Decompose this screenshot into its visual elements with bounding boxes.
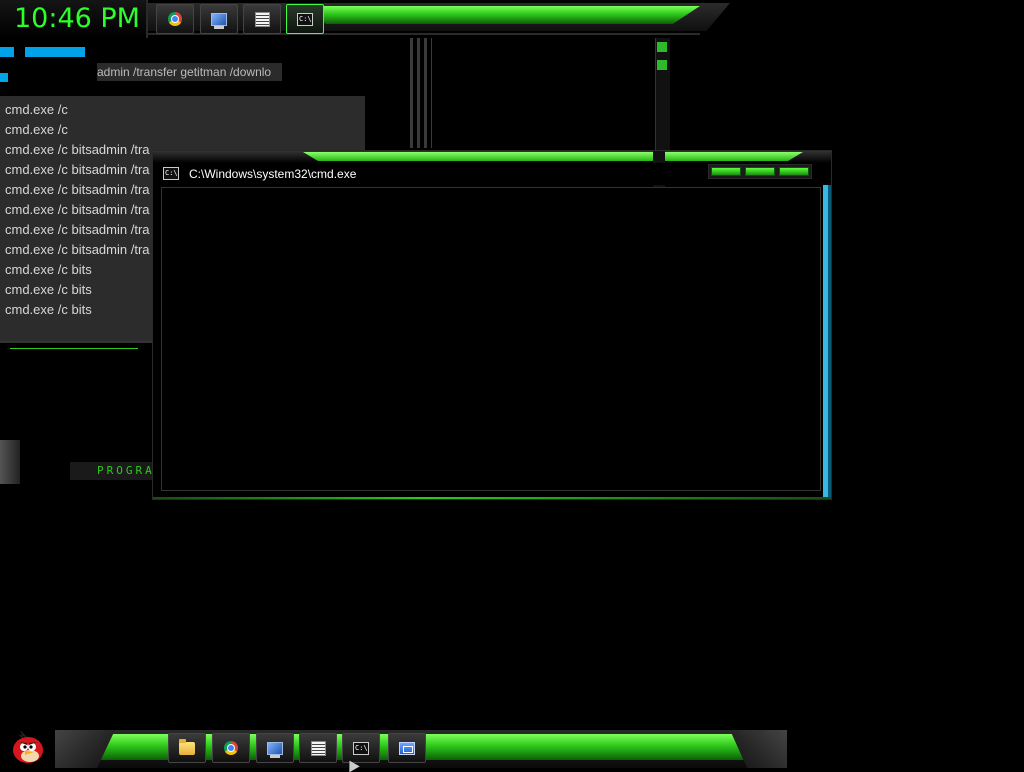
programs-menu-fragment: PROGRA bbox=[0, 440, 160, 486]
cmd-taskbar-button[interactable]: C:\. bbox=[342, 733, 380, 763]
list-item[interactable]: cmd.exe /c bitsadmin /tra bbox=[5, 200, 150, 220]
cmd-icon: C:\. bbox=[163, 167, 179, 180]
list-accent-line bbox=[10, 348, 138, 349]
notepad-icon bbox=[254, 11, 270, 27]
list-item[interactable]: cmd.exe /c bitsadmin /tra bbox=[5, 140, 150, 160]
window-taskbar-button[interactable] bbox=[388, 733, 426, 763]
list-item[interactable]: cmd.exe /c bbox=[5, 120, 68, 140]
clock[interactable]: 10:46 PM bbox=[0, 0, 148, 38]
chrome-taskbar-button[interactable] bbox=[156, 4, 194, 34]
list-item[interactable]: cmd.exe /c bitsadmin /tra bbox=[5, 160, 150, 180]
notepad-taskbar-button[interactable] bbox=[299, 733, 337, 763]
cmd-icon: C:\. bbox=[297, 12, 313, 26]
bottom-taskbar: C:\. bbox=[0, 724, 790, 768]
window-controls bbox=[708, 164, 812, 179]
background-command-text: admin /transfer getitman /downlo bbox=[97, 63, 282, 81]
background-window-accent bbox=[0, 73, 8, 82]
minimize-button[interactable] bbox=[711, 167, 741, 176]
list-item[interactable]: cmd.exe /c bits bbox=[5, 280, 92, 300]
list-item[interactable]: cmd.exe /c bitsadmin /tra bbox=[5, 180, 150, 200]
cmd-taskbar-button[interactable]: C:\. bbox=[286, 4, 324, 34]
close-button[interactable] bbox=[779, 167, 809, 176]
programs-label[interactable]: PROGRA bbox=[97, 464, 155, 477]
monitor-taskbar-button[interactable] bbox=[256, 733, 294, 763]
chrome-icon bbox=[224, 741, 238, 755]
menu-edge bbox=[0, 440, 20, 484]
folder-icon bbox=[179, 738, 195, 755]
monitor-taskbar-button[interactable] bbox=[200, 4, 238, 34]
window-icon bbox=[399, 741, 415, 755]
notepad-taskbar-button[interactable] bbox=[243, 4, 281, 34]
top-taskbar: 10:46 PM C:\. bbox=[0, 0, 730, 38]
cmd-icon: C:\. bbox=[353, 741, 369, 755]
chrome-taskbar-button[interactable] bbox=[212, 733, 250, 763]
explorer-taskbar-button[interactable] bbox=[168, 733, 206, 763]
monitor-icon bbox=[211, 12, 227, 29]
list-divider bbox=[0, 341, 160, 343]
top-taskbar-green-stripe bbox=[310, 6, 700, 24]
list-item[interactable]: cmd.exe /c bits bbox=[5, 300, 92, 320]
console-output[interactable] bbox=[163, 189, 819, 487]
window-right-edge bbox=[823, 163, 831, 499]
cmd-window: C:\. C:\Windows\system32\cmd.exe bbox=[152, 150, 832, 500]
list-item[interactable]: cmd.exe /c bitsadmin /tra bbox=[5, 220, 150, 240]
monitor-icon bbox=[267, 741, 283, 758]
window-title: C:\Windows\system32\cmd.exe bbox=[189, 167, 357, 181]
notepad-icon bbox=[310, 740, 326, 756]
background-window-frame bbox=[410, 38, 432, 148]
background-window-accent bbox=[0, 47, 14, 57]
list-item[interactable]: cmd.exe /c bbox=[5, 100, 68, 120]
scroll-up-button[interactable] bbox=[657, 42, 667, 52]
angry-bird-start-icon[interactable] bbox=[10, 728, 46, 764]
list-item[interactable]: cmd.exe /c bitsadmin /tra bbox=[5, 240, 150, 260]
maximize-button[interactable] bbox=[745, 167, 775, 176]
scroll-thumb[interactable] bbox=[657, 60, 667, 70]
chrome-icon bbox=[168, 12, 182, 26]
window-frame-green-stripe bbox=[303, 152, 803, 161]
background-window-accent bbox=[25, 47, 85, 57]
window-bottom-accent bbox=[153, 497, 831, 499]
list-item[interactable]: cmd.exe /c bits bbox=[5, 260, 92, 280]
